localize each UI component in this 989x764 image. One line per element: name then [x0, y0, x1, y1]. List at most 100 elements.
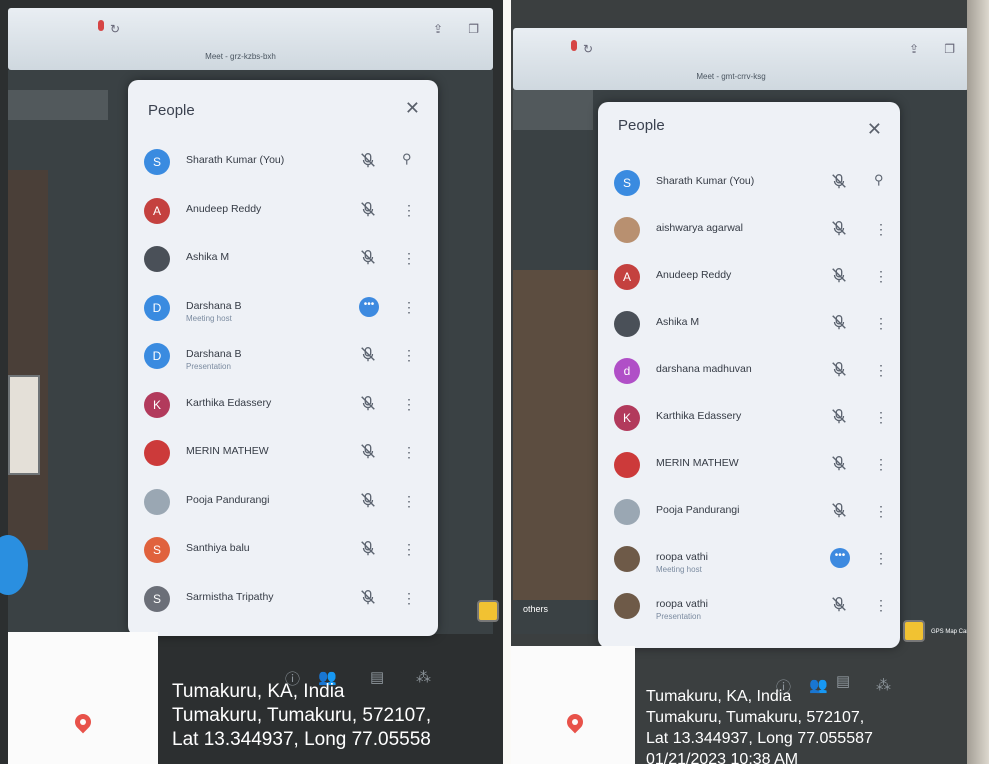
participant-row[interactable]: aishwarya agarwal ⋮ — [614, 217, 888, 253]
more-options-icon[interactable]: ⋮ — [874, 503, 888, 520]
reload-icon[interactable]: ↻ — [110, 22, 120, 36]
participant-role: Presentation — [656, 612, 701, 621]
activities-icon[interactable]: ⁂ — [876, 676, 891, 694]
location-pin-icon — [563, 710, 587, 734]
participant-row[interactable]: roopa vathi Meeting host ••• ⋮ — [614, 546, 888, 582]
participant-role: Presentation — [186, 362, 231, 371]
participant-row[interactable]: D Darshana B Presentation ⋮ — [144, 343, 420, 379]
participant-row[interactable]: K Karthika Edassery ⋮ — [144, 391, 420, 428]
more-options-icon[interactable]: ⋮ — [402, 396, 416, 413]
avatar: d — [614, 358, 640, 384]
mic-off-icon[interactable] — [359, 200, 379, 220]
participant-row[interactable]: MERIN MATHEW ⋮ — [614, 452, 888, 488]
more-options-icon[interactable]: ⋮ — [874, 268, 888, 285]
gps-line-address: Tumakuru, Tumakuru, 572107, — [646, 709, 865, 726]
participant-row[interactable]: d darshana madhuvan ⋮ — [614, 358, 888, 394]
gps-line-coords: Lat 13.344937, Long 77.05558 — [172, 729, 431, 750]
avatar: S — [144, 537, 170, 563]
participant-row[interactable]: MERIN MATHEW ⋮ — [144, 440, 420, 476]
mic-off-icon[interactable] — [359, 491, 379, 511]
avatar — [614, 593, 640, 619]
avatar: A — [144, 197, 170, 224]
participant-name: MERIN MATHEW — [186, 445, 269, 457]
tab-url[interactable]: Meet - grz-kzbs-bxh — [8, 52, 473, 61]
mic-off-icon[interactable] — [830, 454, 850, 474]
close-icon[interactable]: ✕ — [405, 98, 420, 119]
mic-off-icon[interactable] — [830, 407, 850, 427]
presentation-muted-icon[interactable] — [359, 345, 379, 365]
avatar: S — [614, 170, 640, 196]
participant-row[interactable]: K Karthika Edassery ⋮ — [614, 405, 888, 441]
mic-off-icon[interactable] — [359, 539, 379, 559]
tab-url[interactable]: Meet - gmt-crrv-ksg — [513, 72, 949, 81]
more-options-icon[interactable]: ⋮ — [874, 221, 888, 238]
mic-off-icon[interactable] — [359, 442, 379, 462]
mic-off-icon[interactable] — [830, 360, 850, 380]
avatar: S — [144, 149, 170, 175]
participant-name: Sharath Kumar (You) — [186, 154, 285, 166]
gps-line-coords: Lat 13.344937, Long 77.055587 — [646, 730, 873, 747]
gps-line-city: Tumakuru, KA, India — [172, 681, 345, 702]
gps-location-text: Tumakuru, KA, India Tumakuru, Tumakuru, … — [646, 686, 873, 764]
participant-name: roopa vathi — [656, 551, 708, 563]
more-options-icon[interactable]: ⋮ — [874, 315, 888, 332]
participant-row[interactable]: S Sharath Kumar (You) ⚲ — [614, 170, 884, 206]
mic-off-icon[interactable] — [830, 501, 850, 521]
more-options-icon[interactable]: ⋮ — [402, 444, 416, 461]
more-options-icon[interactable]: ⋮ — [874, 409, 888, 426]
gps-map-card — [511, 646, 635, 764]
recording-mic-icon — [98, 20, 104, 31]
share-icon[interactable]: ⇪ — [433, 22, 443, 36]
participant-name: Anudeep Reddy — [656, 269, 732, 281]
tabs-icon[interactable]: ❐ — [944, 42, 955, 56]
mic-off-icon[interactable] — [830, 172, 850, 192]
gps-app-badge — [903, 620, 925, 642]
avatar — [614, 217, 640, 243]
participant-name: Darshana B — [186, 348, 242, 360]
more-options-icon[interactable]: ⋮ — [402, 250, 416, 267]
share-icon[interactable]: ⇪ — [909, 42, 919, 56]
mic-off-icon[interactable] — [359, 151, 379, 171]
participant-name: Karthika Edassery — [186, 396, 272, 409]
participant-role: Meeting host — [656, 565, 702, 574]
participant-row[interactable]: Pooja Pandurangi ⋮ — [144, 488, 420, 525]
presentation-muted-icon[interactable] — [830, 595, 850, 615]
more-options-icon[interactable]: ⋮ — [402, 541, 416, 558]
participant-row[interactable]: D Darshana B Meeting host ••• ⋮ — [144, 294, 420, 331]
participant-row[interactable]: Ashika M ⋮ — [614, 311, 888, 347]
pin-icon[interactable]: ⚲ — [402, 151, 412, 167]
more-options-icon[interactable]: ⋮ — [874, 597, 888, 614]
more-options-icon[interactable]: ⋮ — [874, 456, 888, 473]
pin-icon[interactable]: ⚲ — [874, 172, 884, 188]
mic-off-icon[interactable] — [359, 588, 379, 608]
mic-off-icon[interactable] — [830, 266, 850, 286]
mic-off-icon[interactable] — [830, 313, 850, 333]
more-options-icon[interactable]: ⋮ — [402, 347, 416, 364]
reload-icon[interactable]: ↻ — [583, 42, 593, 56]
avatar — [144, 440, 170, 466]
participant-row[interactable]: S Santhiya balu ⋮ — [144, 537, 420, 573]
more-options-icon[interactable]: ⋮ — [874, 362, 888, 379]
tabs-icon[interactable]: ❐ — [468, 22, 479, 36]
more-options-icon[interactable]: ⋮ — [402, 590, 416, 607]
more-options-icon[interactable]: ⋮ — [874, 550, 888, 567]
participant-row[interactable]: Pooja Pandurangi ⋮ — [614, 499, 888, 535]
participant-row[interactable]: S Sarmistha Tripathy ⋮ — [144, 585, 420, 622]
mic-off-icon[interactable] — [830, 219, 850, 239]
participant-row[interactable]: A Anudeep Reddy ⋮ — [614, 264, 888, 300]
participant-row[interactable]: Ashika M ⋮ — [144, 246, 420, 282]
panel-title: People — [148, 102, 195, 119]
mic-off-icon[interactable] — [359, 394, 379, 414]
participant-name: Pooja Pandurangi — [186, 493, 270, 506]
mic-off-icon[interactable] — [359, 248, 379, 268]
participant-name: Sarmistha Tripathy — [186, 590, 274, 603]
participant-row[interactable]: A Anudeep Reddy ⋮ — [144, 197, 420, 234]
participant-row[interactable]: S Sharath Kumar (You) ⚲ — [144, 149, 420, 185]
more-options-icon[interactable]: ⋮ — [402, 299, 416, 316]
participant-row[interactable]: roopa vathi Presentation ⋮ — [614, 593, 888, 629]
more-options-icon[interactable]: ⋮ — [402, 202, 416, 219]
participant-name: Ashika M — [656, 316, 700, 328]
more-options-icon[interactable]: ⋮ — [402, 493, 416, 510]
left-screenshot: ↻ ⇪ ❐ Meet - grz-kzbs-bxh People ✕ S Shar… — [0, 0, 503, 764]
close-icon[interactable]: ✕ — [867, 119, 882, 140]
